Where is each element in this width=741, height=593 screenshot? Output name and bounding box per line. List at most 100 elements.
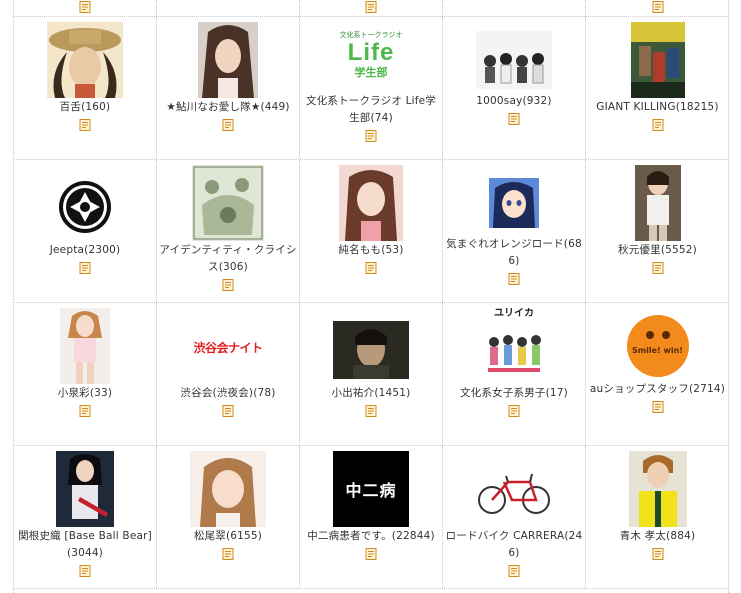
community-name-link[interactable]: auショップスタッフ(2714) <box>588 381 727 398</box>
community-cell: 中二病 中二病患者です。(22844) <box>300 446 443 588</box>
community-cell: 純名もも(53) <box>300 160 443 302</box>
logo-sub-text: 学生部 <box>354 66 388 79</box>
grid-row-partial <box>14 0 728 17</box>
grid-row: Jeepta(2300) アイデンティティ・クライシス(306) 純名もも(53… <box>14 160 728 303</box>
community-cell <box>14 0 157 16</box>
community-cell: 文化系トークラジオ Life 学生部 文化系トークラジオ Life学生部(74) <box>300 17 443 159</box>
community-name-link[interactable]: 青木 孝太(884) <box>588 528 727 545</box>
memo-icon[interactable] <box>652 262 664 274</box>
memo-icon[interactable] <box>508 113 520 125</box>
logo-text: 渋谷会ナイト <box>193 341 263 355</box>
community-name-link[interactable]: 気まぐれオレンジロード(686) <box>445 236 583 270</box>
community-cell: 1000say(932) <box>443 17 586 159</box>
memo-icon[interactable] <box>222 279 234 291</box>
community-name-link[interactable]: 純名もも(53) <box>302 242 440 259</box>
community-thumbnail[interactable] <box>47 178 123 236</box>
community-cell: 小泉彩(33) <box>14 303 157 445</box>
community-name-link[interactable]: 文化系女子系男子(17) <box>445 385 583 402</box>
community-name-link[interactable]: 1000say(932) <box>445 93 583 110</box>
community-name-link[interactable]: ロードバイク CARRERA(246) <box>445 528 583 562</box>
community-name-link[interactable]: 中二病患者です。(22844) <box>302 528 440 545</box>
community-cell: アイデンティティ・クライシス(306) <box>157 160 300 302</box>
community-cell: ユリイカ 文化系女子系男子(17) <box>443 303 586 445</box>
memo-icon[interactable] <box>365 548 377 560</box>
community-name-link[interactable]: 小泉彩(33) <box>16 385 154 402</box>
community-cell <box>157 0 300 16</box>
community-thumbnail[interactable] <box>190 451 266 527</box>
community-name-link[interactable]: アイデンティティ・クライシス(306) <box>159 242 297 276</box>
grid-row: 小泉彩(33) 渋谷会ナイト 渋谷会(渋夜会)(78) 小出祐介(1451) ユ… <box>14 303 728 446</box>
community-thumbnail[interactable] <box>47 22 123 98</box>
memo-icon[interactable] <box>222 119 234 131</box>
community-thumbnail[interactable]: 中二病 <box>333 451 409 527</box>
memo-icon[interactable] <box>79 119 91 131</box>
community-cell <box>443 0 586 16</box>
memo-icon[interactable] <box>222 548 234 560</box>
memo-icon[interactable] <box>652 119 664 131</box>
logo-big-text: Life <box>347 39 395 66</box>
memo-icon[interactable] <box>365 1 377 13</box>
community-name-link[interactable]: 文化系トークラジオ Life学生部(74) <box>302 93 440 127</box>
community-cell: 秋元優里(5552) <box>586 160 728 302</box>
community-cell: 青木 孝太(884) <box>586 446 728 588</box>
community-cell: 関根史織 [Base Ball Bear](3044) <box>14 446 157 588</box>
logo-text: 中二病 <box>345 481 397 500</box>
community-name-link[interactable]: 秋元優里(5552) <box>588 242 727 259</box>
community-cell: ★鮎川なお愛し隊★(449) <box>157 17 300 159</box>
community-name-link[interactable]: 関根史織 [Base Ball Bear](3044) <box>16 528 154 562</box>
community-thumbnail[interactable] <box>198 22 258 98</box>
community-thumbnail[interactable] <box>634 165 681 241</box>
community-cell: ロードバイク CARRERA(246) <box>443 446 586 588</box>
community-cell <box>586 0 728 16</box>
community-cell: 渋谷会ナイト 渋谷会(渋夜会)(78) <box>157 303 300 445</box>
memo-icon[interactable] <box>222 405 234 417</box>
community-thumbnail[interactable] <box>476 464 552 522</box>
community-thumbnail[interactable] <box>489 178 539 228</box>
community-thumbnail[interactable] <box>630 22 685 98</box>
community-name-link[interactable]: 渋谷会(渋夜会)(78) <box>159 385 297 402</box>
community-name-link[interactable]: 百舌(160) <box>16 99 154 116</box>
community-thumbnail[interactable] <box>56 451 114 527</box>
community-thumbnail[interactable] <box>476 31 552 89</box>
memo-icon[interactable] <box>79 262 91 274</box>
community-name-link[interactable]: ★鮎川なお愛し隊★(449) <box>159 99 297 116</box>
community-thumbnail[interactable] <box>60 308 110 384</box>
community-thumbnail[interactable] <box>333 321 409 379</box>
memo-icon[interactable] <box>508 405 520 417</box>
community-thumbnail[interactable]: 文化系トークラジオ Life 学生部 <box>333 31 409 89</box>
community-thumbnail[interactable] <box>192 165 264 241</box>
grid-row: 関根史織 [Base Ball Bear](3044) 松尾翠(6155) 中二… <box>14 446 728 589</box>
community-cell: 松尾翠(6155) <box>157 446 300 588</box>
community-cell: 百舌(160) <box>14 17 157 159</box>
memo-icon[interactable] <box>508 273 520 285</box>
memo-icon[interactable] <box>79 565 91 577</box>
logo-text: ユリイカ <box>494 308 534 319</box>
community-thumbnail[interactable] <box>339 165 403 241</box>
memo-icon[interactable] <box>365 130 377 142</box>
community-thumbnail[interactable]: ユリイカ <box>484 308 544 384</box>
community-cell: Smile! win! auショップスタッフ(2714) <box>586 303 728 445</box>
community-cell: GIANT KILLING(18215) <box>586 17 728 159</box>
memo-icon[interactable] <box>365 262 377 274</box>
community-cell: Jeepta(2300) <box>14 160 157 302</box>
community-cell <box>300 0 443 16</box>
community-thumbnail[interactable]: Smile! win! <box>620 313 696 379</box>
memo-icon[interactable] <box>508 565 520 577</box>
memo-icon[interactable] <box>652 548 664 560</box>
memo-icon[interactable] <box>79 1 91 13</box>
community-name-link[interactable]: GIANT KILLING(18215) <box>588 99 727 116</box>
community-name-link[interactable]: 小出祐介(1451) <box>302 385 440 402</box>
logo-text: Smile! win! <box>632 346 683 355</box>
community-grid: 百舌(160) ★鮎川なお愛し隊★(449) 文化系トークラジオ Life 学生… <box>13 0 729 593</box>
memo-icon[interactable] <box>652 1 664 13</box>
memo-icon[interactable] <box>79 405 91 417</box>
memo-icon[interactable] <box>365 405 377 417</box>
community-cell: 気まぐれオレンジロード(686) <box>443 160 586 302</box>
community-cell: 小出祐介(1451) <box>300 303 443 445</box>
community-thumbnail[interactable] <box>628 451 687 527</box>
community-name-link[interactable]: Jeepta(2300) <box>16 242 154 259</box>
community-thumbnail[interactable]: 渋谷会ナイト <box>190 321 266 379</box>
memo-icon[interactable] <box>652 401 664 413</box>
grid-row: 百舌(160) ★鮎川なお愛し隊★(449) 文化系トークラジオ Life 学生… <box>14 17 728 160</box>
community-name-link[interactable]: 松尾翠(6155) <box>159 528 297 545</box>
